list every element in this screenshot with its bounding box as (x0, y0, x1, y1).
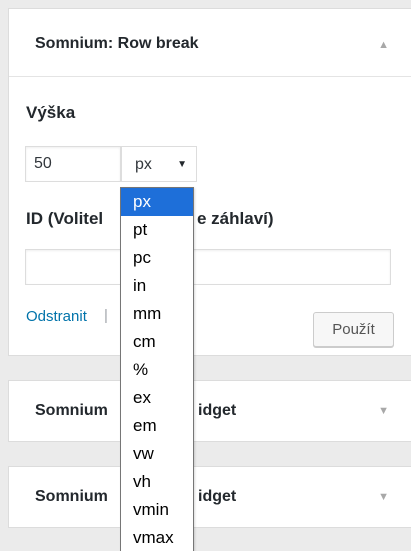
triangle-down-icon[interactable]: ▼ (378, 405, 389, 417)
chevron-down-icon: ▼ (177, 159, 187, 170)
triangle-up-icon[interactable]: ▲ (378, 39, 389, 51)
height-input[interactable] (25, 146, 121, 182)
unit-option-in[interactable]: in (121, 272, 193, 300)
unit-option-percent[interactable]: % (121, 356, 193, 384)
unit-option-vmax[interactable]: vmax (121, 524, 193, 551)
title-input[interactable] (25, 249, 391, 285)
collapsed-widget-title-right: idget (198, 402, 237, 419)
unit-option-vh[interactable]: vh (121, 468, 193, 496)
widget-header[interactable]: Somnium: Row break ▲ (9, 9, 411, 77)
id-label-right: e záhlaví) (197, 209, 274, 228)
unit-option-ex[interactable]: ex (121, 384, 193, 412)
apply-button[interactable]: Použít (313, 312, 394, 347)
collapsed-widget-1[interactable]: Somnium idget ▼ (8, 380, 411, 442)
widget-title: Somnium: Row break (35, 35, 199, 52)
triangle-down-icon[interactable]: ▼ (378, 491, 389, 503)
collapsed-widget-2[interactable]: Somnium idget ▼ (8, 466, 411, 528)
unit-option-px[interactable]: px (121, 188, 193, 216)
unit-option-vmin[interactable]: vmin (121, 496, 193, 524)
id-label-left: ID (Volitel (26, 209, 104, 228)
height-label: Výška (26, 103, 76, 122)
link-separator: | (104, 307, 108, 324)
collapsed-widget-title-left: Somnium (35, 402, 108, 419)
collapsed-widget-title-right: idget (198, 488, 237, 505)
remove-link[interactable]: Odstranit (26, 308, 87, 325)
unit-option-pc[interactable]: pc (121, 244, 193, 272)
unit-option-mm[interactable]: mm (121, 300, 193, 328)
unit-option-em[interactable]: em (121, 412, 193, 440)
row-break-widget: Somnium: Row break ▲ Výška px ▼ ID (Voli… (8, 8, 411, 356)
unit-option-vw[interactable]: vw (121, 440, 193, 468)
unit-option-cm[interactable]: cm (121, 328, 193, 356)
unit-dropdown-list: px pt pc in mm cm % ex em vw vh vmin vma… (120, 187, 194, 551)
unit-select-value: px (135, 156, 152, 173)
unit-option-pt[interactable]: pt (121, 216, 193, 244)
unit-select[interactable]: px ▼ (121, 146, 197, 182)
collapsed-widget-title-left: Somnium (35, 488, 108, 505)
